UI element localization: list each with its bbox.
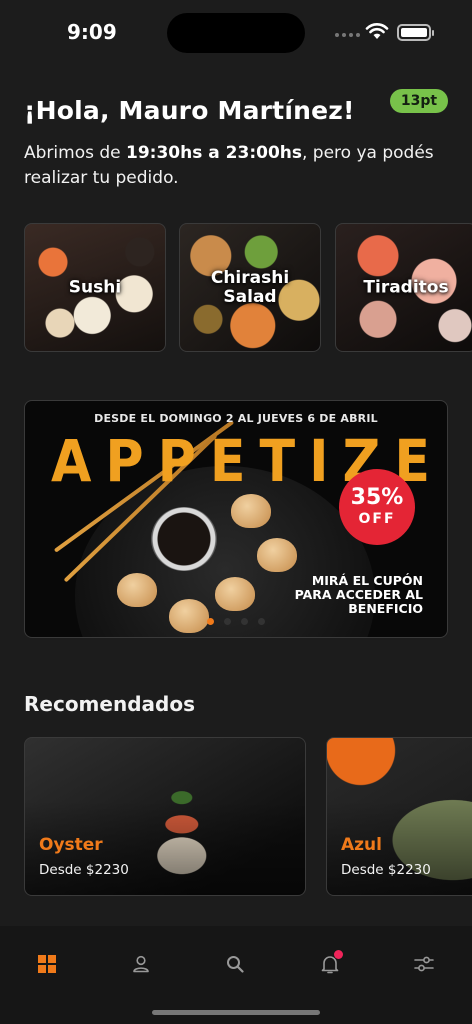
category-label: Tiraditos: [363, 277, 449, 297]
dynamic-island: [167, 13, 305, 53]
promo-dates: DESDE EL DOMINGO 2 AL JUEVES 6 DE ABRIL: [94, 412, 378, 425]
category-label: Sushi: [68, 277, 122, 297]
message-hours: 19:30hs a 23:00hs: [126, 143, 302, 163]
discount-suffix: OFF: [358, 511, 396, 527]
wifi-icon: [365, 23, 389, 39]
tab-profile[interactable]: [119, 942, 163, 986]
category-card-tiraditos[interactable]: Tiraditos: [335, 223, 472, 352]
opening-hours-message: Abrimos de 19:30hs a 23:00hs, pero ya po…: [24, 141, 444, 191]
discount-value: 35%: [350, 485, 404, 510]
user-icon: [133, 955, 149, 973]
greeting-title: ¡Hola, Mauro Martínez!: [24, 96, 355, 125]
page-dot[interactable]: [241, 618, 248, 625]
tab-search[interactable]: [213, 942, 257, 986]
points-badge[interactable]: 13pt: [390, 89, 448, 113]
page-dot-active[interactable]: [207, 618, 214, 625]
recommended-title: Recomendados: [24, 692, 195, 716]
dumpling: [257, 538, 297, 572]
promo-banner[interactable]: DESDE EL DOMINGO 2 AL JUEVES 6 DE ABRIL …: [24, 400, 448, 638]
home-icon: [38, 955, 56, 973]
product-name: Azul: [341, 835, 382, 855]
carousel-pagination[interactable]: [207, 618, 265, 625]
cellular-signal-icon: [335, 33, 360, 37]
product-card-azul[interactable]: Azul Desde $2230: [326, 737, 472, 896]
notification-badge: [334, 950, 343, 959]
tab-notifications[interactable]: [308, 942, 352, 986]
product-card-oyster[interactable]: Oyster Desde $2230: [24, 737, 306, 896]
message-prefix: Abrimos de: [24, 143, 127, 163]
dumpling: [215, 577, 255, 611]
dumpling: [231, 494, 271, 528]
status-time: 9:09: [67, 20, 117, 44]
discount-badge: 35% OFF: [339, 469, 415, 545]
product-name: Oyster: [39, 835, 103, 855]
filters-icon: [414, 956, 434, 972]
home-indicator[interactable]: [152, 1010, 320, 1015]
recommended-carousel[interactable]: Oyster Desde $2230 Azul Desde $2230: [24, 737, 472, 897]
page-dot[interactable]: [258, 618, 265, 625]
category-card-sushi[interactable]: Sushi: [24, 223, 166, 352]
status-bar: 9:09: [0, 0, 472, 64]
category-carousel[interactable]: Sushi Chirashi Salad Tiraditos: [24, 223, 472, 353]
product-price: Desde $2230: [39, 862, 129, 878]
search-icon: [227, 956, 244, 973]
category-card-chirashi-salad[interactable]: Chirashi Salad: [179, 223, 321, 352]
category-label: Chirashi Salad: [210, 267, 290, 307]
promo-cta: MIRÁ EL CUPÓN PARA ACCEDER AL BENEFICIO: [294, 573, 423, 616]
product-price: Desde $2230: [341, 862, 431, 878]
tab-settings[interactable]: [402, 942, 446, 986]
page-dot[interactable]: [224, 618, 231, 625]
tab-home[interactable]: [25, 942, 69, 986]
battery-icon: [397, 24, 434, 41]
dumpling: [117, 573, 157, 607]
sauce-bowl: [151, 507, 217, 571]
dumpling: [169, 599, 209, 633]
